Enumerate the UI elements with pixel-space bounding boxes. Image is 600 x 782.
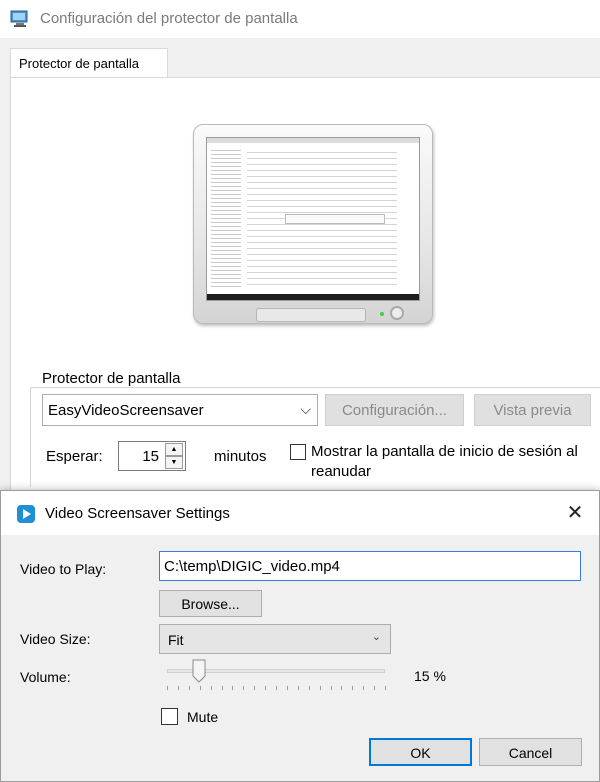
mute-checkbox[interactable] <box>161 708 178 725</box>
video-screensaver-settings-dialog: Video Screensaver Settings ✕ Video to Pl… <box>0 490 600 782</box>
video-size-label: Video Size: <box>20 631 91 647</box>
slider-tick <box>352 686 354 690</box>
volume-slider-thumb[interactable] <box>192 659 206 683</box>
slider-tick <box>199 686 201 690</box>
mute-label: Mute <box>187 709 219 725</box>
power-button-icon <box>390 306 404 320</box>
video-to-play-label: Video to Play: <box>20 561 107 577</box>
stepper-up-icon[interactable]: ▲ <box>165 443 183 456</box>
browse-button[interactable]: Browse... <box>159 590 262 617</box>
stepper-down-icon[interactable]: ▼ <box>165 456 183 469</box>
preview-button[interactable]: Vista previa <box>474 394 591 426</box>
chevron-down-icon: ⌵ <box>300 401 311 417</box>
screensaver-monitor-icon <box>10 10 28 27</box>
chevron-down-icon: ⌄ <box>371 631 381 643</box>
screen-titlebar <box>207 138 419 143</box>
slider-tick <box>276 686 277 690</box>
volume-label: Volume: <box>20 669 71 685</box>
ok-button[interactable]: OK <box>369 738 472 766</box>
slider-tick <box>330 686 332 690</box>
wait-minutes-value: 15 <box>142 448 159 465</box>
slider-tick <box>177 686 179 690</box>
slider-tick <box>265 686 267 690</box>
slider-tick <box>363 686 365 690</box>
video-play-icon <box>17 505 35 523</box>
window-title: Configuración del protector de pantalla <box>40 10 298 27</box>
dialog-titlebar: Video Screensaver Settings ✕ <box>1 491 599 535</box>
volume-value: 15 % <box>414 668 446 684</box>
tab-screensaver[interactable]: Protector de pantalla <box>10 48 168 78</box>
minutes-label: minutos <box>214 448 267 465</box>
slider-tick <box>167 686 168 690</box>
dialog-title: Video Screensaver Settings <box>45 505 230 522</box>
screensaver-select-value: EasyVideoScreensaver <box>48 402 204 419</box>
slider-tick <box>341 686 343 690</box>
slider-tick <box>286 686 288 690</box>
video-path-input[interactable]: C:\temp\DIGIC_video.mp4 <box>159 551 581 581</box>
slider-tick <box>188 686 190 690</box>
slider-tick <box>319 686 321 690</box>
wait-minutes-stepper[interactable]: 15 ▲ ▼ <box>118 441 186 471</box>
slider-tick <box>385 686 386 690</box>
cancel-button[interactable]: Cancel <box>479 738 582 766</box>
monitor-screen <box>206 137 420 301</box>
slider-tick <box>243 686 245 690</box>
slider-tick <box>210 686 212 690</box>
logon-screen-checkbox[interactable] <box>290 444 306 460</box>
screen-sidebar <box>211 150 241 290</box>
configuration-button[interactable]: Configuración... <box>325 394 464 426</box>
group-label: Protector de pantalla <box>38 370 185 387</box>
monitor-slot <box>256 308 366 322</box>
video-size-value: Fit <box>168 632 184 648</box>
logon-screen-checkbox-label: Mostrar la pantalla de inicio de sesión … <box>311 443 578 480</box>
power-led-icon <box>380 312 384 316</box>
screen-taskbar <box>207 294 419 300</box>
monitor-preview-illustration <box>193 124 433 324</box>
slider-tick <box>297 686 299 690</box>
slider-tick <box>374 686 376 690</box>
screensaver-select[interactable]: EasyVideoScreensaver ⌵ <box>42 394 318 426</box>
volume-slider-ticks <box>167 686 386 692</box>
slider-tick <box>254 686 256 690</box>
wait-label: Esperar: <box>46 448 103 465</box>
close-icon[interactable]: ✕ <box>559 499 591 527</box>
slider-tick <box>308 686 310 690</box>
window-titlebar: Configuración del protector de pantalla <box>0 0 600 38</box>
screen-callout <box>285 214 385 224</box>
slider-tick <box>232 686 234 690</box>
video-size-select[interactable]: Fit ⌄ <box>159 624 391 654</box>
slider-tick <box>221 686 223 690</box>
